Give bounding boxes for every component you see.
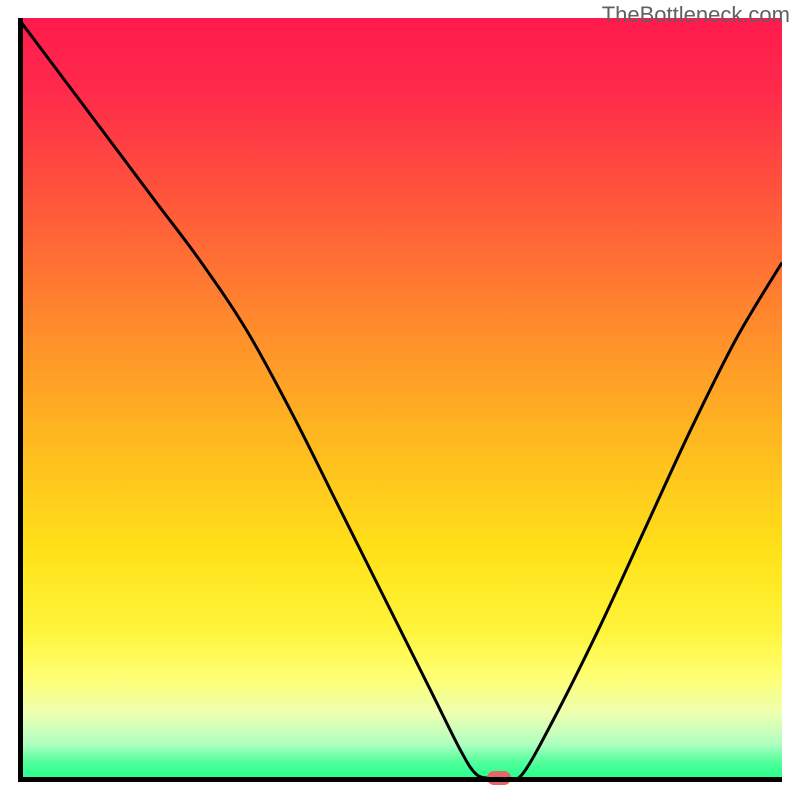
curve-layer [18, 18, 782, 782]
optimal-marker [487, 771, 511, 785]
plot-area [18, 18, 782, 782]
bottleneck-chart: TheBottleneck.com [0, 0, 800, 800]
attribution-label: TheBottleneck.com [602, 2, 790, 28]
bottleneck-curve [18, 18, 782, 780]
